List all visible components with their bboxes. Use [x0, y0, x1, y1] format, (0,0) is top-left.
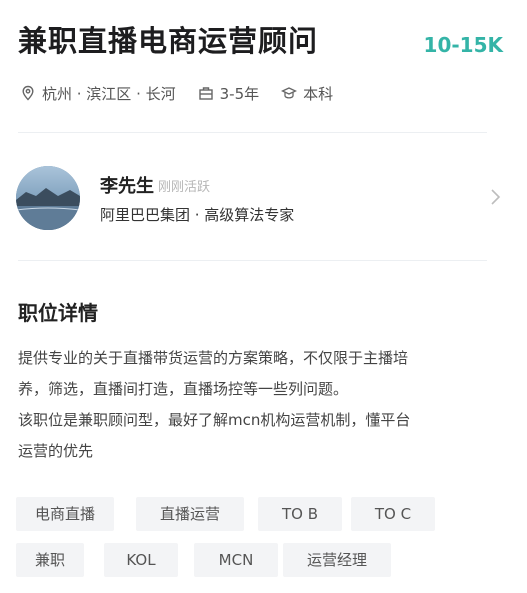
- avatar-image: [16, 166, 80, 230]
- education-info: 本科: [281, 83, 333, 104]
- location-info: 杭州 · 滨江区 · 长河: [20, 83, 176, 104]
- experience-text: 3-5年: [219, 84, 260, 103]
- tag[interactable]: KOL: [104, 543, 178, 577]
- divider: [18, 132, 487, 133]
- tag[interactable]: TO C: [351, 497, 435, 531]
- education-text: 本科: [303, 84, 334, 103]
- description-line: 养，筛选，直播间打造，直播场控等一些列问题。: [18, 380, 349, 398]
- experience-info: 3-5年: [198, 83, 260, 104]
- active-status: 刚刚活跃: [158, 180, 211, 195]
- briefcase-icon: [198, 87, 213, 100]
- job-detail-page: 兼职直播电商运营顾问 10-15K 杭州 · 滨江区 · 长河 3-5年 本科: [0, 0, 527, 593]
- job-title: 兼职直播电商运营顾问: [18, 24, 319, 58]
- recruiter-company: 阿里巴巴集团 · 高级算法专家: [100, 206, 295, 224]
- description-line: 提供专业的关于直播带货运营的方案策略，不仅限于主播培: [18, 349, 409, 367]
- graduation-cap-icon: [281, 87, 298, 99]
- recruiter-name[interactable]: 李先生: [100, 172, 154, 198]
- job-description: 提供专业的关于直播带货运营的方案策略，不仅限于主播培 养，筛选，直播间打造，直播…: [18, 343, 510, 467]
- divider: [18, 260, 487, 261]
- location-text: 杭州 · 滨江区 · 长河: [42, 84, 176, 103]
- description-line: 运营的优先: [18, 442, 94, 460]
- section-title: 职位详情: [18, 301, 98, 325]
- description-line: 该职位是兼职顾问型，最好了解mcn机构运营机制，懂平台: [18, 411, 411, 429]
- avatar[interactable]: [16, 166, 80, 230]
- salary: 10-15K: [423, 33, 503, 57]
- tag[interactable]: MCN: [194, 543, 278, 577]
- tag[interactable]: 直播运营: [136, 497, 244, 531]
- tag[interactable]: TO B: [258, 497, 342, 531]
- tag[interactable]: 电商直播: [16, 497, 114, 531]
- chevron-right-icon[interactable]: [489, 188, 501, 206]
- job-meta: 杭州 · 滨江区 · 长河 3-5年 本科: [20, 82, 355, 104]
- location-pin-icon: [22, 85, 34, 101]
- tag[interactable]: 运营经理: [283, 543, 391, 577]
- tag[interactable]: 兼职: [16, 543, 84, 577]
